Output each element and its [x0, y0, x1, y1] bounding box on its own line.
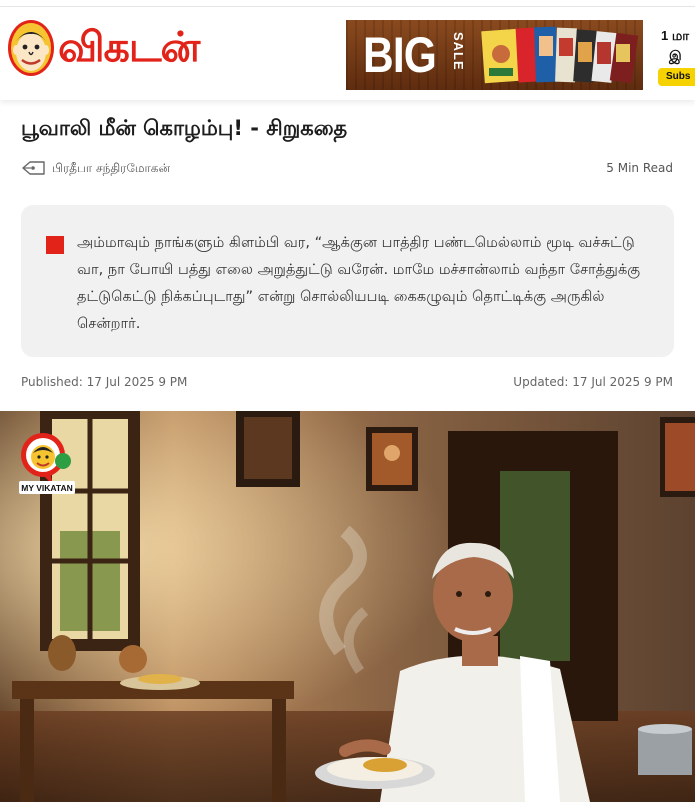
updated-date: Updated: 17 Jul 2025 9 PM	[513, 375, 673, 389]
author-row: பிரதீபா சந்திரமோகன் 5 Min Read	[21, 157, 673, 179]
logo-wordmark: விகடன்	[58, 23, 200, 71]
article-summary-box: அம்மாவும் நாங்களும் கிளம்பி வர, “ஆக்குன …	[21, 205, 674, 357]
summary-bullet-square	[46, 236, 64, 254]
my-vikatan-badge-icon: MY VIKATAN	[19, 433, 75, 494]
ad-big-text: BIG	[363, 27, 437, 83]
read-time: 5 Min Read	[606, 161, 673, 175]
hero-illustration	[0, 411, 695, 802]
advertisement-banner[interactable]: BIG SALE 1 மா இ Subs	[346, 20, 695, 90]
article-title: பூவாலி மீன் கொழம்பு! - சிறுகதை	[21, 116, 348, 140]
my-vikatan-badge-text: MY VIKATAN	[21, 483, 72, 493]
summary-text: அம்மாவும் நாங்களும் கிளம்பி வர, “ஆக்குன …	[77, 234, 641, 332]
published-date: Published: 17 Jul 2025 9 PM	[21, 375, 188, 389]
author-name-link[interactable]: பிரதீபா சந்திரமோகன்	[52, 160, 170, 176]
site-header: விகடன் BIG SALE 1 மா இ Subs	[0, 7, 695, 100]
ad-offer-line1: 1 மா	[661, 28, 690, 43]
vikatan-mascot-icon	[8, 20, 54, 76]
author-pen-icon	[22, 161, 45, 175]
ad-offer-line2: இ	[669, 48, 682, 63]
article-hero-image: MY VIKATAN	[0, 411, 695, 802]
ad-sale-text: SALE	[451, 32, 466, 71]
ad-magazines-image	[481, 26, 639, 84]
ad-subscribe-button[interactable]: Subs	[658, 68, 695, 86]
